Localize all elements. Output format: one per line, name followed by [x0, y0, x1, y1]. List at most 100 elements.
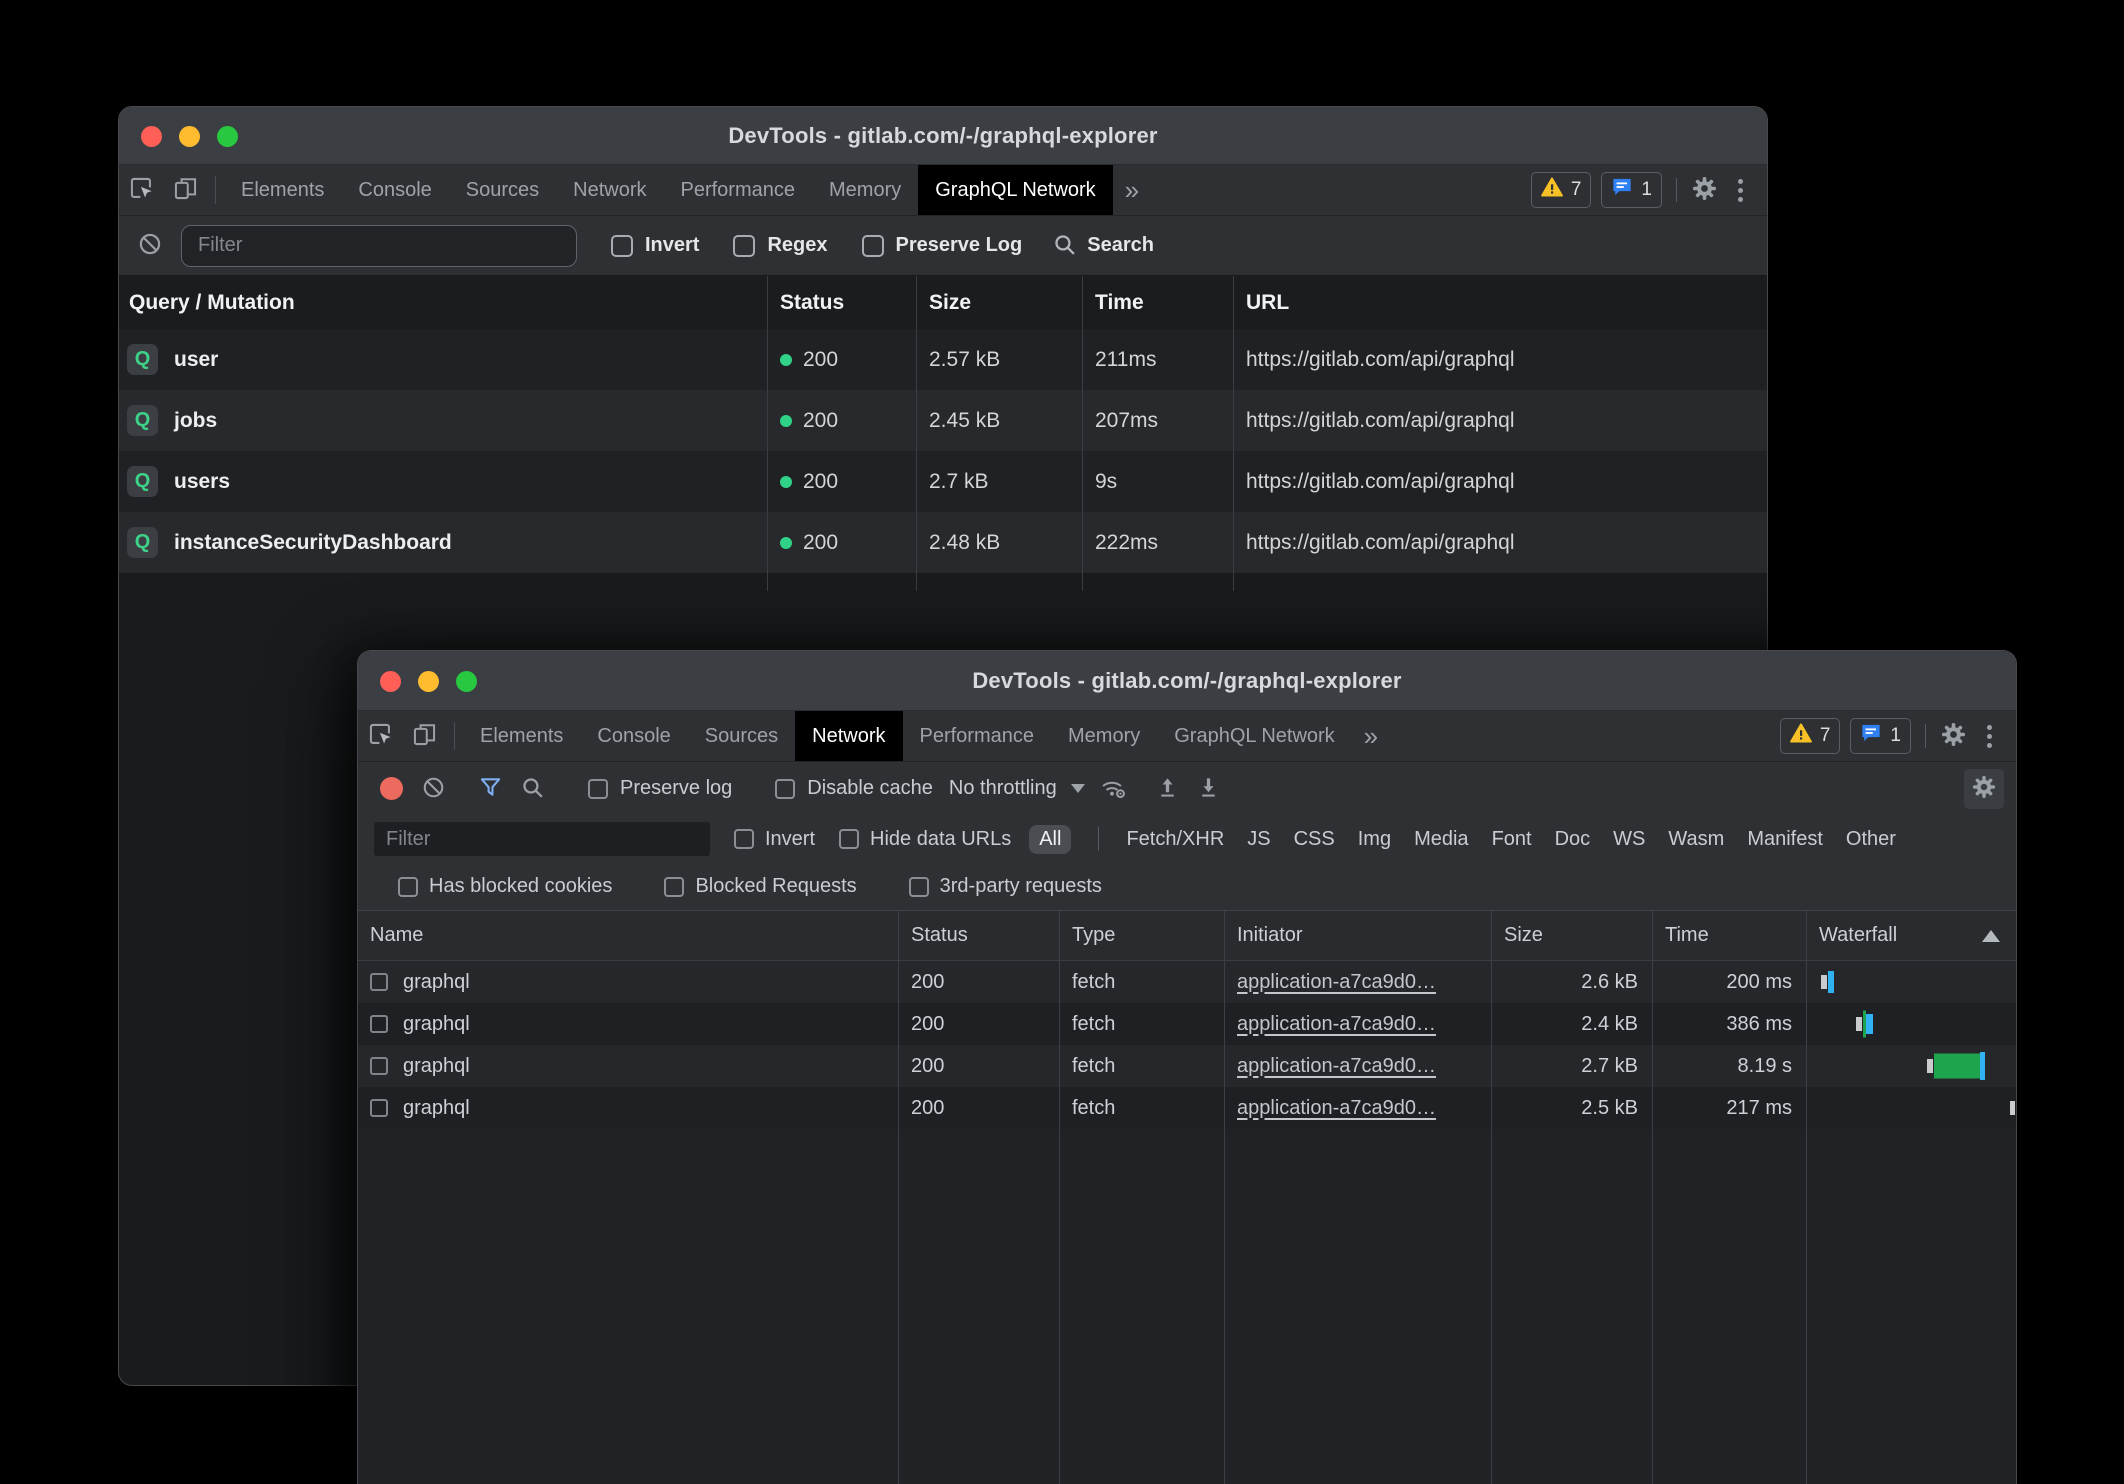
close-button[interactable] [380, 671, 401, 692]
column-header-status[interactable]: Status [898, 911, 1059, 960]
column-header-time[interactable]: Time [1652, 911, 1806, 960]
zoom-button[interactable] [217, 126, 238, 147]
column-header-url[interactable]: URL [1233, 276, 1767, 329]
chip-all[interactable]: All [1029, 825, 1071, 854]
preserve-log-checkbox[interactable] [862, 235, 884, 257]
tab-performance[interactable]: Performance [664, 165, 813, 215]
chip-media[interactable]: Media [1414, 828, 1468, 851]
table-row[interactable]: Q users 200 2.7 kB 9s https://gitlab.com… [119, 451, 1767, 512]
tab-sources[interactable]: Sources [449, 165, 556, 215]
column-header-status[interactable]: Status [767, 276, 916, 329]
warning-triangle-icon [1790, 723, 1812, 749]
zoom-button[interactable] [456, 671, 477, 692]
export-har-button[interactable] [1197, 776, 1220, 802]
invert-checkbox[interactable] [734, 829, 754, 849]
chip-ws[interactable]: WS [1613, 828, 1645, 851]
close-button[interactable] [141, 126, 162, 147]
network-settings-button[interactable] [1964, 769, 2004, 809]
minimize-button[interactable] [418, 671, 439, 692]
chip-font[interactable]: Font [1492, 828, 1532, 851]
device-toolbar-button[interactable] [402, 711, 446, 761]
tab-elements[interactable]: Elements [224, 165, 341, 215]
row-checkbox[interactable] [370, 1057, 388, 1075]
chip-wasm[interactable]: Wasm [1668, 828, 1724, 851]
column-header-initiator[interactable]: Initiator [1224, 911, 1491, 960]
device-toolbar-button[interactable] [163, 165, 207, 215]
minimize-button[interactable] [179, 126, 200, 147]
clear-network-log-button[interactable] [421, 775, 446, 803]
column-header-type[interactable]: Type [1059, 911, 1224, 960]
tab-memory[interactable]: Memory [812, 165, 918, 215]
throttling-dropdown[interactable]: No throttling [949, 777, 1085, 800]
tab-graphql-network[interactable]: GraphQL Network [918, 165, 1112, 215]
table-row[interactable]: graphql 200 fetch application-a7ca9d0… 2… [358, 961, 2016, 1003]
titlebar[interactable]: DevTools - gitlab.com/-/graphql-explorer [119, 107, 1767, 165]
table-row[interactable]: graphql 200 fetch application-a7ca9d0… 2… [358, 1045, 2016, 1087]
invert-checkbox[interactable] [611, 235, 633, 257]
warnings-badge[interactable]: 7 [1531, 172, 1592, 208]
initiator-link[interactable]: application-a7ca9d0… [1237, 1097, 1436, 1120]
tab-console[interactable]: Console [341, 165, 448, 215]
has-blocked-cookies-checkbox[interactable] [398, 877, 418, 897]
more-tabs-button[interactable]: » [1352, 711, 1390, 761]
search-button[interactable]: Search [1052, 232, 1154, 260]
more-tabs-button[interactable]: » [1113, 165, 1151, 215]
preserve-log-checkbox[interactable] [588, 779, 608, 799]
column-header-time[interactable]: Time [1082, 276, 1233, 329]
filter-input[interactable] [181, 225, 577, 267]
table-row[interactable]: Q jobs 200 2.45 kB 207ms https://gitlab.… [119, 390, 1767, 451]
chip-manifest[interactable]: Manifest [1747, 828, 1823, 851]
tab-console[interactable]: Console [580, 711, 687, 761]
row-checkbox[interactable] [370, 1099, 388, 1117]
record-network-log-button[interactable] [380, 777, 403, 800]
network-conditions-button[interactable] [1099, 775, 1127, 803]
inspect-element-button[interactable] [119, 165, 163, 215]
settings-button[interactable] [1691, 175, 1718, 205]
chip-other[interactable]: Other [1846, 828, 1896, 851]
import-har-button[interactable] [1156, 776, 1179, 802]
table-row[interactable]: graphql 200 fetch application-a7ca9d0… 2… [358, 1087, 2016, 1129]
row-checkbox[interactable] [370, 1015, 388, 1033]
tab-performance[interactable]: Performance [903, 711, 1052, 761]
initiator-link[interactable]: application-a7ca9d0… [1237, 971, 1436, 994]
chip-fetch-xhr[interactable]: Fetch/XHR [1126, 828, 1224, 851]
warnings-badge[interactable]: 7 [1780, 718, 1841, 754]
filter-toggle-button[interactable] [479, 776, 502, 802]
row-checkbox[interactable] [370, 973, 388, 991]
messages-badge[interactable]: 1 [1850, 718, 1911, 754]
tab-graphql-network[interactable]: GraphQL Network [1157, 711, 1351, 761]
inspect-element-button[interactable] [358, 711, 402, 761]
tab-network[interactable]: Network [795, 711, 902, 761]
chip-css[interactable]: CSS [1294, 828, 1335, 851]
clear-button[interactable] [137, 231, 163, 260]
third-party-requests-checkbox[interactable] [909, 877, 929, 897]
column-header-waterfall[interactable]: Waterfall [1806, 911, 2016, 960]
titlebar[interactable]: DevTools - gitlab.com/-/graphql-explorer [358, 651, 2016, 711]
column-header-size[interactable]: Size [916, 276, 1082, 329]
column-header-size[interactable]: Size [1491, 911, 1652, 960]
chip-doc[interactable]: Doc [1555, 828, 1591, 851]
disable-cache-checkbox[interactable] [775, 779, 795, 799]
network-filter-input[interactable] [374, 822, 710, 856]
initiator-link[interactable]: application-a7ca9d0… [1237, 1055, 1436, 1078]
tab-network[interactable]: Network [556, 165, 663, 215]
tab-elements[interactable]: Elements [463, 711, 580, 761]
tab-memory[interactable]: Memory [1051, 711, 1157, 761]
table-row[interactable]: Q instanceSecurityDashboard 200 2.48 kB … [119, 512, 1767, 573]
tab-sources[interactable]: Sources [688, 711, 795, 761]
column-header-name[interactable]: Name [358, 911, 898, 960]
blocked-requests-checkbox[interactable] [664, 877, 684, 897]
search-button[interactable] [520, 775, 545, 803]
table-row[interactable]: graphql 200 fetch application-a7ca9d0… 2… [358, 1003, 2016, 1045]
kebab-menu-button[interactable] [1977, 719, 2002, 754]
table-row[interactable]: Q user 200 2.57 kB 211ms https://gitlab.… [119, 329, 1767, 390]
chip-img[interactable]: Img [1358, 828, 1391, 851]
hide-data-urls-checkbox[interactable] [839, 829, 859, 849]
column-header-query-mutation[interactable]: Query / Mutation [119, 276, 767, 329]
regex-checkbox[interactable] [733, 235, 755, 257]
initiator-link[interactable]: application-a7ca9d0… [1237, 1013, 1436, 1036]
chip-js[interactable]: JS [1247, 828, 1270, 851]
messages-badge[interactable]: 1 [1601, 172, 1662, 208]
kebab-menu-button[interactable] [1728, 173, 1753, 208]
settings-button[interactable] [1940, 721, 1967, 751]
